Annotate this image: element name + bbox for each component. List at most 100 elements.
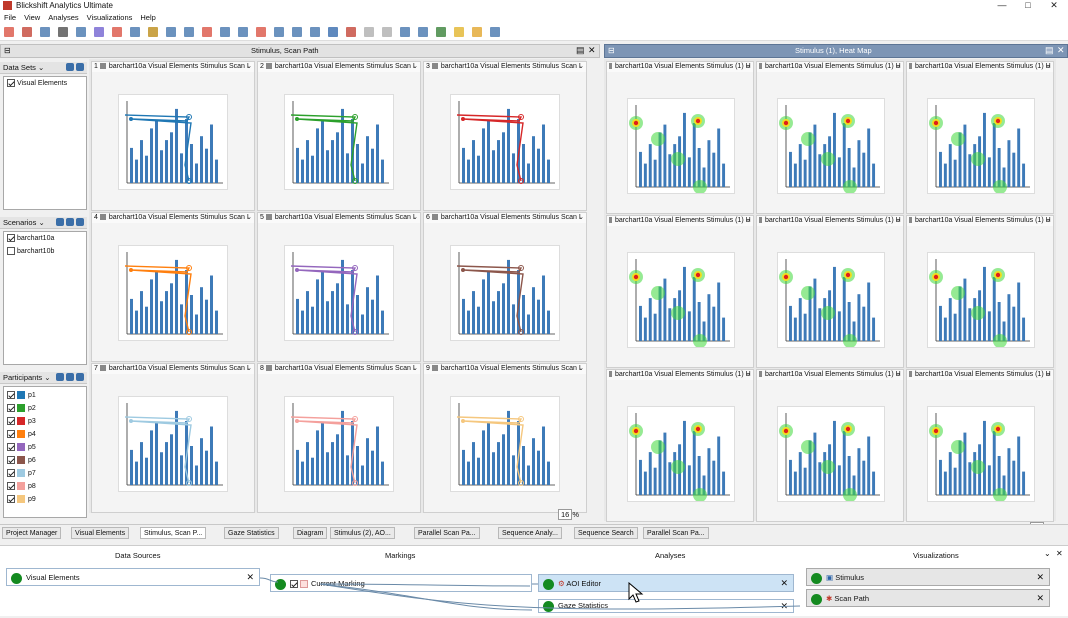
close-icon[interactable]: ✕ <box>1056 549 1063 558</box>
toolbar-button-icon[interactable] <box>400 27 410 37</box>
search-icon[interactable] <box>66 63 74 71</box>
heatmap-cell[interactable]: barchart10a Visual Elements Stimulus (1)… <box>606 215 754 368</box>
heatmap-cell-header[interactable]: barchart10a Visual Elements Stimulus (1)… <box>607 216 753 226</box>
participant-item[interactable]: p8 <box>4 480 86 493</box>
chevron-down-icon[interactable]: ⌄ <box>246 62 252 72</box>
collapse-icon[interactable]: ⊟ <box>608 46 615 55</box>
maximize-button[interactable]: □ <box>1018 0 1038 12</box>
toolbar-button-icon[interactable] <box>94 27 104 37</box>
participant-item[interactable]: p2 <box>4 402 86 415</box>
toolbar-button-icon[interactable] <box>364 27 374 37</box>
people-icon[interactable] <box>56 218 64 226</box>
toolbar-button-icon[interactable] <box>184 27 194 37</box>
heatmap-cell-header[interactable]: barchart10a Visual Elements Stimulus (1)… <box>757 62 903 72</box>
toolbar-button-icon[interactable] <box>202 27 212 37</box>
scenario-item[interactable]: barchart10a <box>4 232 86 245</box>
toolbar-button-icon[interactable] <box>238 27 248 37</box>
menu-analyses[interactable]: Analyses <box>44 12 82 23</box>
scanpath-cell[interactable]: 7 barchart10a Visual Elements Stimulus S… <box>91 363 255 513</box>
toolbar-button-icon[interactable] <box>472 27 482 37</box>
heatmap-cell[interactable]: barchart10a Visual Elements Stimulus (1)… <box>606 369 754 522</box>
toolbar-button-icon[interactable] <box>382 27 392 37</box>
scanpath-cell[interactable]: 2 barchart10a Visual Elements Stimulus S… <box>257 61 421 211</box>
chevron-down-icon[interactable]: ⌄ <box>578 213 584 223</box>
chevron-down-icon[interactable]: ⌄ <box>44 373 50 382</box>
close-icon[interactable]: ✕ <box>246 569 254 586</box>
chevron-down-icon[interactable]: ⌄ <box>745 216 751 226</box>
toolbar-button-icon[interactable] <box>166 27 176 37</box>
participant-item[interactable]: p7 <box>4 467 86 480</box>
toolbar-button-icon[interactable] <box>4 27 14 37</box>
tab-1[interactable]: Visual Elements <box>71 527 130 539</box>
scanpath-cell[interactable]: 3 barchart10a Visual Elements Stimulus S… <box>423 61 587 211</box>
close-icon[interactable]: ✕ <box>1036 569 1044 586</box>
scanpath-cell[interactable]: 6 barchart10a Visual Elements Stimulus S… <box>423 212 587 362</box>
menu-help[interactable]: Help <box>136 12 159 23</box>
heatmap-cell[interactable]: barchart10a Visual Elements Stimulus (1)… <box>756 215 904 368</box>
scenario-item[interactable]: barchart10b <box>4 245 86 258</box>
scanpath-cell-header[interactable]: 7 barchart10a Visual Elements Stimulus S… <box>92 364 254 374</box>
toolbar-button-icon[interactable] <box>292 27 302 37</box>
toolbar-button-icon[interactable] <box>418 27 428 37</box>
checkbox[interactable] <box>7 417 15 426</box>
settings-icon[interactable] <box>76 63 84 71</box>
scanpath-cell-header[interactable]: 6 barchart10a Visual Elements Stimulus S… <box>424 213 586 223</box>
chevron-down-icon[interactable]: ⌄ <box>246 364 252 374</box>
heatmap-cell-header[interactable]: barchart10a Visual Elements Stimulus (1)… <box>607 370 753 380</box>
heatmap-cell[interactable]: barchart10a Visual Elements Stimulus (1)… <box>606 61 754 214</box>
chevron-down-icon[interactable]: ⌄ <box>38 63 44 72</box>
checkbox[interactable] <box>7 443 15 452</box>
participant-item[interactable]: p5 <box>4 441 86 454</box>
scanpath-cell[interactable]: 9 barchart10a Visual Elements Stimulus S… <box>423 363 587 513</box>
scanpath-cell-header[interactable]: 9 barchart10a Visual Elements Stimulus S… <box>424 364 586 374</box>
heatmap-cell-header[interactable]: barchart10a Visual Elements Stimulus (1)… <box>607 62 753 72</box>
collapse-icon[interactable]: ⊟ <box>4 46 11 55</box>
heatmap-cell[interactable]: barchart10a Visual Elements Stimulus (1)… <box>906 215 1054 368</box>
data-source-node[interactable]: Visual Elements ✕ <box>6 568 260 586</box>
checkbox[interactable] <box>7 79 15 88</box>
heatmap-cell-header[interactable]: barchart10a Visual Elements Stimulus (1)… <box>907 370 1053 380</box>
checkbox[interactable] <box>7 391 15 400</box>
menu-visualizations[interactable]: Visualizations <box>83 12 137 23</box>
heatmap-cell[interactable]: barchart10a Visual Elements Stimulus (1)… <box>756 369 904 522</box>
chevron-down-icon[interactable]: ⌄ <box>745 370 751 380</box>
close-icon[interactable]: ✕ <box>1036 590 1044 607</box>
checkbox[interactable] <box>7 430 15 439</box>
toolbar-button-icon[interactable] <box>490 27 500 37</box>
checkbox[interactable] <box>7 495 15 504</box>
chevron-down-icon[interactable]: ⌄ <box>745 62 751 72</box>
scanpath-cell[interactable]: 8 barchart10a Visual Elements Stimulus S… <box>257 363 421 513</box>
toolbar-button-icon[interactable] <box>130 27 140 37</box>
menu-icon[interactable]: ▤ <box>1045 45 1054 56</box>
minimize-button[interactable]: — <box>992 0 1012 12</box>
scanpath-cell-header[interactable]: 8 barchart10a Visual Elements Stimulus S… <box>258 364 420 374</box>
participant-item[interactable]: p4 <box>4 428 86 441</box>
checkbox[interactable] <box>7 456 15 465</box>
chevron-down-icon[interactable]: ⌄ <box>412 364 418 374</box>
toolbar-button-icon[interactable] <box>274 27 284 37</box>
participant-item[interactable]: p9 <box>4 493 86 506</box>
toolbar-button-icon[interactable] <box>112 27 122 37</box>
heatmap-cell[interactable]: barchart10a Visual Elements Stimulus (1)… <box>906 369 1054 522</box>
chevron-down-icon[interactable]: ⌄ <box>38 218 44 227</box>
checkbox[interactable] <box>7 469 15 478</box>
tab-2[interactable]: Stimulus, Scan P... <box>140 527 207 539</box>
heatmap-cell[interactable]: barchart10a Visual Elements Stimulus (1)… <box>906 61 1054 214</box>
scanpath-cell[interactable]: 4 barchart10a Visual Elements Stimulus S… <box>91 212 255 362</box>
toolbar-button-icon[interactable] <box>58 27 68 37</box>
tab-0[interactable]: Project Manager <box>2 527 62 539</box>
participant-item[interactable]: p3 <box>4 415 86 428</box>
menu-view[interactable]: View <box>20 12 44 23</box>
close-icon[interactable]: ✕ <box>1057 45 1065 56</box>
tab-6[interactable]: Parallel Scan Pa... <box>414 527 480 539</box>
scanpath-cell-header[interactable]: 5 barchart10a Visual Elements Stimulus S… <box>258 213 420 223</box>
chevron-down-icon[interactable]: ⌄ <box>412 213 418 223</box>
scanpath-cell-header[interactable]: 1 barchart10a Visual Elements Stimulus S… <box>92 62 254 72</box>
chevron-down-icon[interactable]: ⌄ <box>1045 62 1051 72</box>
settings-icon[interactable] <box>76 218 84 226</box>
toolbar-button-icon[interactable] <box>76 27 86 37</box>
toolbar-button-icon[interactable] <box>454 27 464 37</box>
toolbar-button-icon[interactable] <box>220 27 230 37</box>
chevron-down-icon[interactable]: ⌄ <box>1045 216 1051 226</box>
chevron-down-icon[interactable]: ⌄ <box>895 62 901 72</box>
